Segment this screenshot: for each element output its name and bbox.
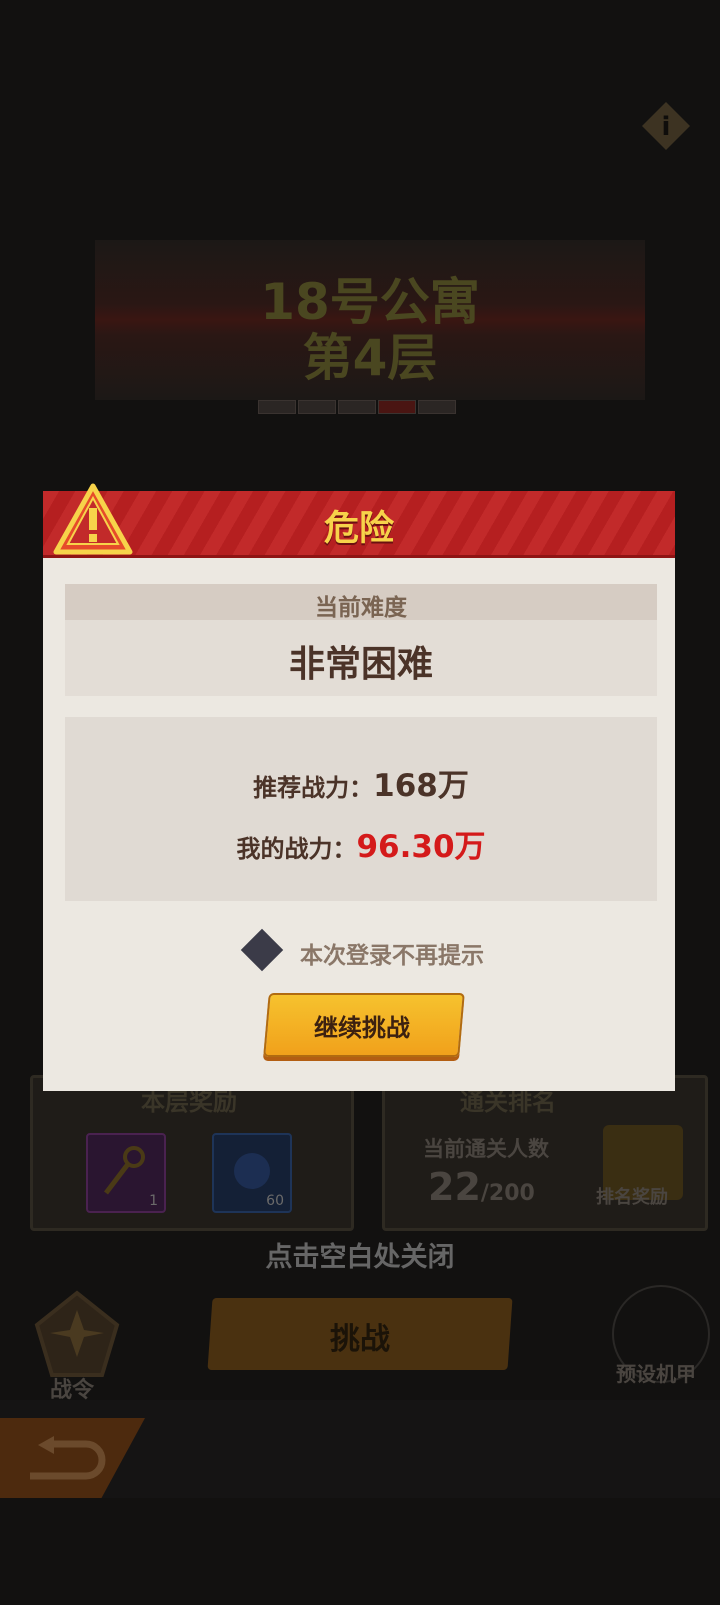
reward-item-count: 60: [266, 1193, 284, 1209]
reward-item-orb[interactable]: 60: [212, 1133, 292, 1213]
floor-progress-segment: [298, 400, 336, 414]
difficulty-value: 非常困难: [288, 644, 433, 685]
clear-count-label: 当前通关人数: [423, 1137, 549, 1161]
clear-count: 22/200: [428, 1165, 535, 1209]
warning-icon: [53, 483, 133, 555]
svg-text:i: i: [662, 112, 671, 142]
recommended-power-value: 168万: [373, 768, 469, 804]
floor-progress-current: [378, 400, 416, 414]
reward-item-key[interactable]: 1: [86, 1133, 166, 1213]
recommended-power-label: 推荐战力：: [253, 774, 374, 802]
clear-count-value: 22: [428, 1165, 481, 1209]
recommended-power-row: 推荐战力：168万: [65, 760, 657, 805]
back-arrow-icon: [30, 1436, 106, 1480]
close-hint: 点击空白处关闭: [265, 1242, 455, 1273]
info-icon[interactable]: i: [640, 100, 692, 152]
my-power-label: 我的战力：: [236, 835, 357, 863]
floor-progress-segment: [338, 400, 376, 414]
floor-title-building: 18号公寓: [260, 273, 480, 331]
power-box: [65, 717, 657, 901]
continue-challenge-label: 继续挑战: [314, 1014, 410, 1042]
my-power-row: 我的战力：96.30万: [65, 821, 657, 866]
clear-count-total: /200: [480, 1181, 535, 1206]
floor-title: 18号公寓 第4层: [95, 274, 645, 386]
battlepass-icon[interactable]: [22, 1285, 132, 1385]
reward-item-count: 1: [149, 1193, 158, 1209]
floor-progress-segment: [258, 400, 296, 414]
preset-mecha-label[interactable]: 预设机甲: [616, 1358, 696, 1387]
dialog-title: 危险: [323, 509, 394, 549]
dont-remind-label[interactable]: 本次登录不再提示: [300, 936, 484, 970]
difficulty-label: 当前难度: [315, 595, 407, 621]
rank-reward-label[interactable]: 排名奖励: [596, 1183, 668, 1209]
floor-progress-segment: [418, 400, 456, 414]
floor-title-level: 第4层: [302, 329, 438, 387]
my-power-value: 96.30万: [356, 829, 486, 865]
challenge-button-label: 挑战: [330, 1322, 390, 1357]
